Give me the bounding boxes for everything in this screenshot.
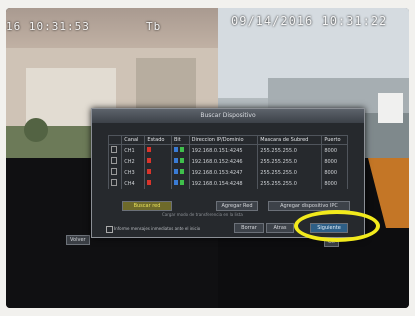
link-icon: [179, 169, 184, 174]
ip-cell: 192.168.0.153:4247: [188, 167, 259, 178]
ip-cell: 192.168.0.154:4248: [188, 178, 259, 189]
back-side-button[interactable]: Volver: [66, 235, 90, 245]
notify-label: Informe mensajes inmediatos ante el inic…: [114, 226, 201, 231]
transfer-hint: Cargar modo de transferencia en la lista: [162, 212, 243, 217]
bit-icon: [173, 169, 178, 174]
dvr-monitor: 16 10:31:53 Tb 09/14/2016 10:31:22 Volve…: [6, 8, 409, 308]
link-icon: [179, 180, 184, 185]
link-icon: [179, 158, 184, 163]
table-header: Direccion IP/Dominio: [188, 135, 259, 145]
table-header: Canal: [121, 135, 146, 145]
table-row[interactable]: CH3 192.168.0.153:4247 255.255.255.0 800…: [107, 167, 348, 178]
table-row[interactable]: CH1 192.168.0.151:4245 255.255.255.0 800…: [107, 144, 348, 156]
add-network-button[interactable]: Agregar Red: [216, 201, 258, 211]
osd-date-left: 16 10:31:53: [6, 20, 90, 33]
table-header: Mascara de Subred: [257, 135, 323, 145]
status-icon: [147, 158, 152, 163]
port-cell: 8000: [321, 167, 348, 178]
row-checkbox[interactable]: [111, 146, 117, 153]
ip-cell: 192.168.0.152:4246: [188, 156, 259, 167]
table-header-row: Canal Estado Bit Direccion IP/Dominio Ma…: [107, 135, 348, 145]
row-checkbox[interactable]: [111, 179, 117, 186]
device-table: Canal Estado Bit Direccion IP/Dominio Ma…: [107, 135, 348, 189]
status-icon: [147, 180, 152, 185]
table-row[interactable]: CH4 192.168.0.154:4248 255.255.255.0 800…: [107, 178, 348, 189]
table-header: Estado: [144, 135, 172, 145]
table-header: Bit: [170, 135, 190, 145]
port-cell: 8000: [321, 156, 348, 167]
port-cell: 8000: [321, 144, 348, 156]
link-icon: [179, 147, 184, 152]
status-icon: [147, 147, 152, 152]
bit-icon: [173, 180, 178, 185]
highlight-ellipse: [294, 210, 380, 242]
channel-cell: CH2: [121, 156, 146, 167]
bit-icon: [173, 147, 178, 152]
mask-cell: 255.255.255.0: [257, 156, 323, 167]
table-header: Puerto: [321, 135, 348, 145]
channel-cell: CH1: [121, 144, 146, 156]
row-checkbox[interactable]: [111, 168, 117, 175]
dialog-title: Buscar Dispositivo: [92, 109, 364, 123]
channel-cell: CH3: [121, 167, 146, 178]
photo: 16 10:31:53 Tb 09/14/2016 10:31:22 Volve…: [0, 0, 415, 316]
row-checkbox[interactable]: [111, 157, 117, 164]
mask-cell: 255.255.255.0: [257, 167, 323, 178]
delete-button[interactable]: Borrar: [234, 223, 264, 233]
bit-icon: [173, 158, 178, 163]
table-header: [107, 135, 123, 145]
back-button[interactable]: Atras: [266, 223, 294, 233]
table-row[interactable]: CH2 192.168.0.152:4246 255.255.255.0 800…: [107, 156, 348, 167]
osd-date-right: 09/14/2016 10:31:22: [231, 14, 388, 28]
channel-cell: CH4: [121, 178, 146, 189]
mask-cell: 255.255.255.0: [257, 178, 323, 189]
port-cell: 8000: [321, 178, 348, 189]
search-network-button[interactable]: Buscar red: [122, 201, 172, 211]
ip-cell: 192.168.0.151:4245: [188, 144, 259, 156]
status-icon: [147, 169, 152, 174]
mask-cell: 255.255.255.0: [257, 144, 323, 156]
osd-camera-mark: Tb: [146, 20, 162, 33]
notify-checkbox[interactable]: [106, 226, 113, 233]
